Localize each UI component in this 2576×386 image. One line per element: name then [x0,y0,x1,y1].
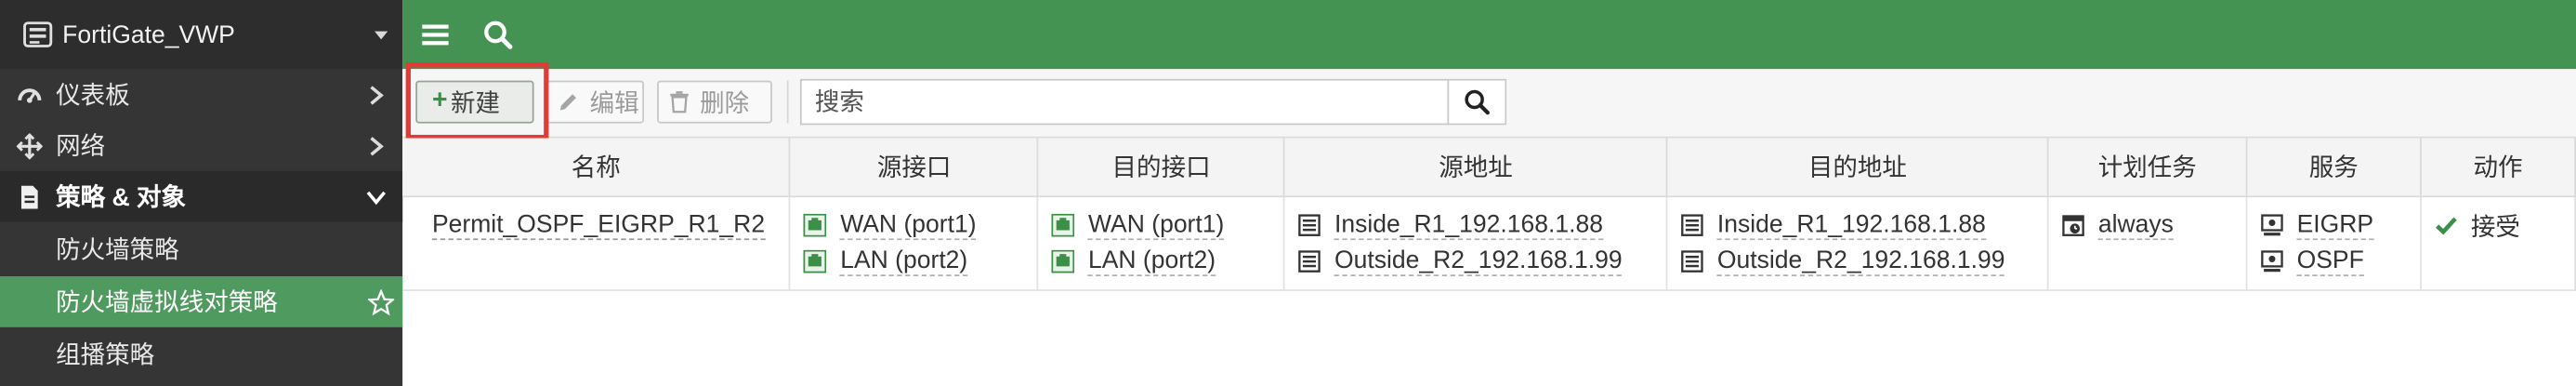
schedule-label[interactable]: always [2097,210,2174,241]
policy-table: 名称 源接口 目的接口 源地址 目的地址 计划任务 服务 动作 Permit_O… [402,138,2576,291]
cell-action: 接受 [2420,196,2576,291]
column-header-source-interface[interactable]: 源接口 [790,138,1039,198]
service-label[interactable]: OSPF [2296,246,2364,276]
caret-down-icon [375,30,388,39]
policy-name[interactable]: Permit_OSPF_EIGRP_R1_R2 [431,210,766,241]
hamburger-menu-icon[interactable] [419,18,452,50]
sidebar-item-label: 仪表板 [56,82,130,111]
sidebar: FortiGate_VWP 仪表板 网络 策略 & 对象 防火墙策略 防火墙虚拟… [0,0,403,386]
device-name: FortiGate_VWP [62,20,235,49]
column-header-schedule[interactable]: 计划任务 [2047,138,2248,198]
star-icon[interactable] [367,288,395,315]
address-icon [1681,250,1704,273]
column-header-name[interactable]: 名称 [402,138,792,198]
address-label[interactable]: Outside_R2_192.168.1.99 [1716,246,2005,276]
device-selector[interactable]: FortiGate_VWP [0,0,403,70]
column-header-destination-address[interactable]: 目的地址 [1666,138,2049,198]
policy-document-icon [17,183,43,209]
cell-service: EIGRP OSPF [2246,196,2422,291]
cell-source-interface: WAN (port1) LAN (port2) [790,196,1039,291]
sidebar-item-network[interactable]: 网络 [0,120,402,171]
network-move-icon [16,132,43,159]
search-icon [1465,89,1490,115]
checkmark-icon [2436,217,2457,235]
schedule-clock-icon [2062,215,2085,236]
column-header-destination-interface[interactable]: 目的接口 [1038,138,1285,198]
search-input[interactable] [801,80,1448,124]
edit-button[interactable]: 编辑 [545,80,644,124]
port-icon [804,249,828,273]
cell-destination-address: Inside_R1_192.168.1.88 Outside_R2_192.16… [1666,196,2049,291]
interface-label[interactable]: LAN (port2) [1087,246,1216,276]
edit-button-label: 编辑 [589,89,639,118]
cell-destination-interface: WAN (port1) LAN (port2) [1038,196,1285,291]
sidebar-subitem-firewall-policy[interactable]: 防火墙策略 [0,223,402,274]
column-header-action[interactable]: 动作 [2420,138,2576,198]
chevron-right-icon [364,83,388,106]
chevron-right-icon [364,134,388,157]
dashboard-icon [17,82,43,108]
address-icon [1298,250,1321,273]
column-header-service[interactable]: 服务 [2246,138,2422,198]
table-header-row: 名称 源接口 目的接口 源地址 目的地址 计划任务 服务 动作 [402,138,2576,198]
service-icon [2261,214,2283,236]
sidebar-item-dashboard[interactable]: 仪表板 [0,69,402,120]
top-bar [402,0,2576,70]
interface-label[interactable]: WAN (port1) [840,210,977,241]
sidebar-subitem-label: 防火墙策略 [56,236,179,265]
chevron-down-icon [364,185,388,208]
address-label[interactable]: Inside_R1_192.168.1.88 [1334,210,1604,241]
table-row[interactable]: Permit_OSPF_EIGRP_R1_R2 WAN (port1) LAN … [402,196,2576,291]
port-icon [804,213,828,237]
cell-source-address: Inside_R1_192.168.1.88 Outside_R2_192.16… [1284,196,1668,291]
sidebar-subitem-label: 组播策略 [56,341,155,370]
trash-icon [670,91,689,113]
new-button-highlight [405,62,549,140]
cell-schedule: always [2047,196,2248,291]
sidebar-subitem-multicast-policy[interactable]: 组播策略 [0,329,402,380]
sidebar-subitem-virtual-wire-pair-policy[interactable]: 防火墙虚拟线对策略 [0,275,403,327]
service-icon [2261,250,2283,273]
address-label[interactable]: Inside_R1_192.168.1.88 [1716,210,1986,241]
delete-button[interactable]: 删除 [657,80,772,124]
address-icon [1298,214,1321,236]
interface-label[interactable]: WAN (port1) [1087,210,1225,241]
pencil-icon [559,94,576,111]
action-label: 接受 [2470,212,2520,241]
service-label[interactable]: EIGRP [2296,210,2374,241]
port-icon [1052,249,1075,273]
column-header-source-address[interactable]: 源地址 [1284,138,1668,198]
delete-button-label: 删除 [700,89,750,118]
sidebar-item-label: 网络 [56,133,106,162]
search-box [799,78,1507,126]
search-icon[interactable] [481,18,514,50]
toolbar: + 新建 编辑 删除 [402,69,2576,139]
cell-name: Permit_OSPF_EIGRP_R1_R2 [402,196,792,291]
fortigate-logo-icon [23,21,53,47]
search-button[interactable] [1447,80,1505,124]
interface-label[interactable]: LAN (port2) [840,246,968,276]
address-label[interactable]: Outside_R2_192.168.1.99 [1334,246,1623,276]
address-icon [1681,214,1704,236]
port-icon [1052,213,1075,237]
toolbar-divider [786,80,789,124]
sidebar-subitem-label: 防火墙虚拟线对策略 [56,289,278,318]
sidebar-item-label: 策略 & 对象 [56,183,187,213]
sidebar-item-policy-objects[interactable]: 策略 & 对象 [0,170,403,222]
